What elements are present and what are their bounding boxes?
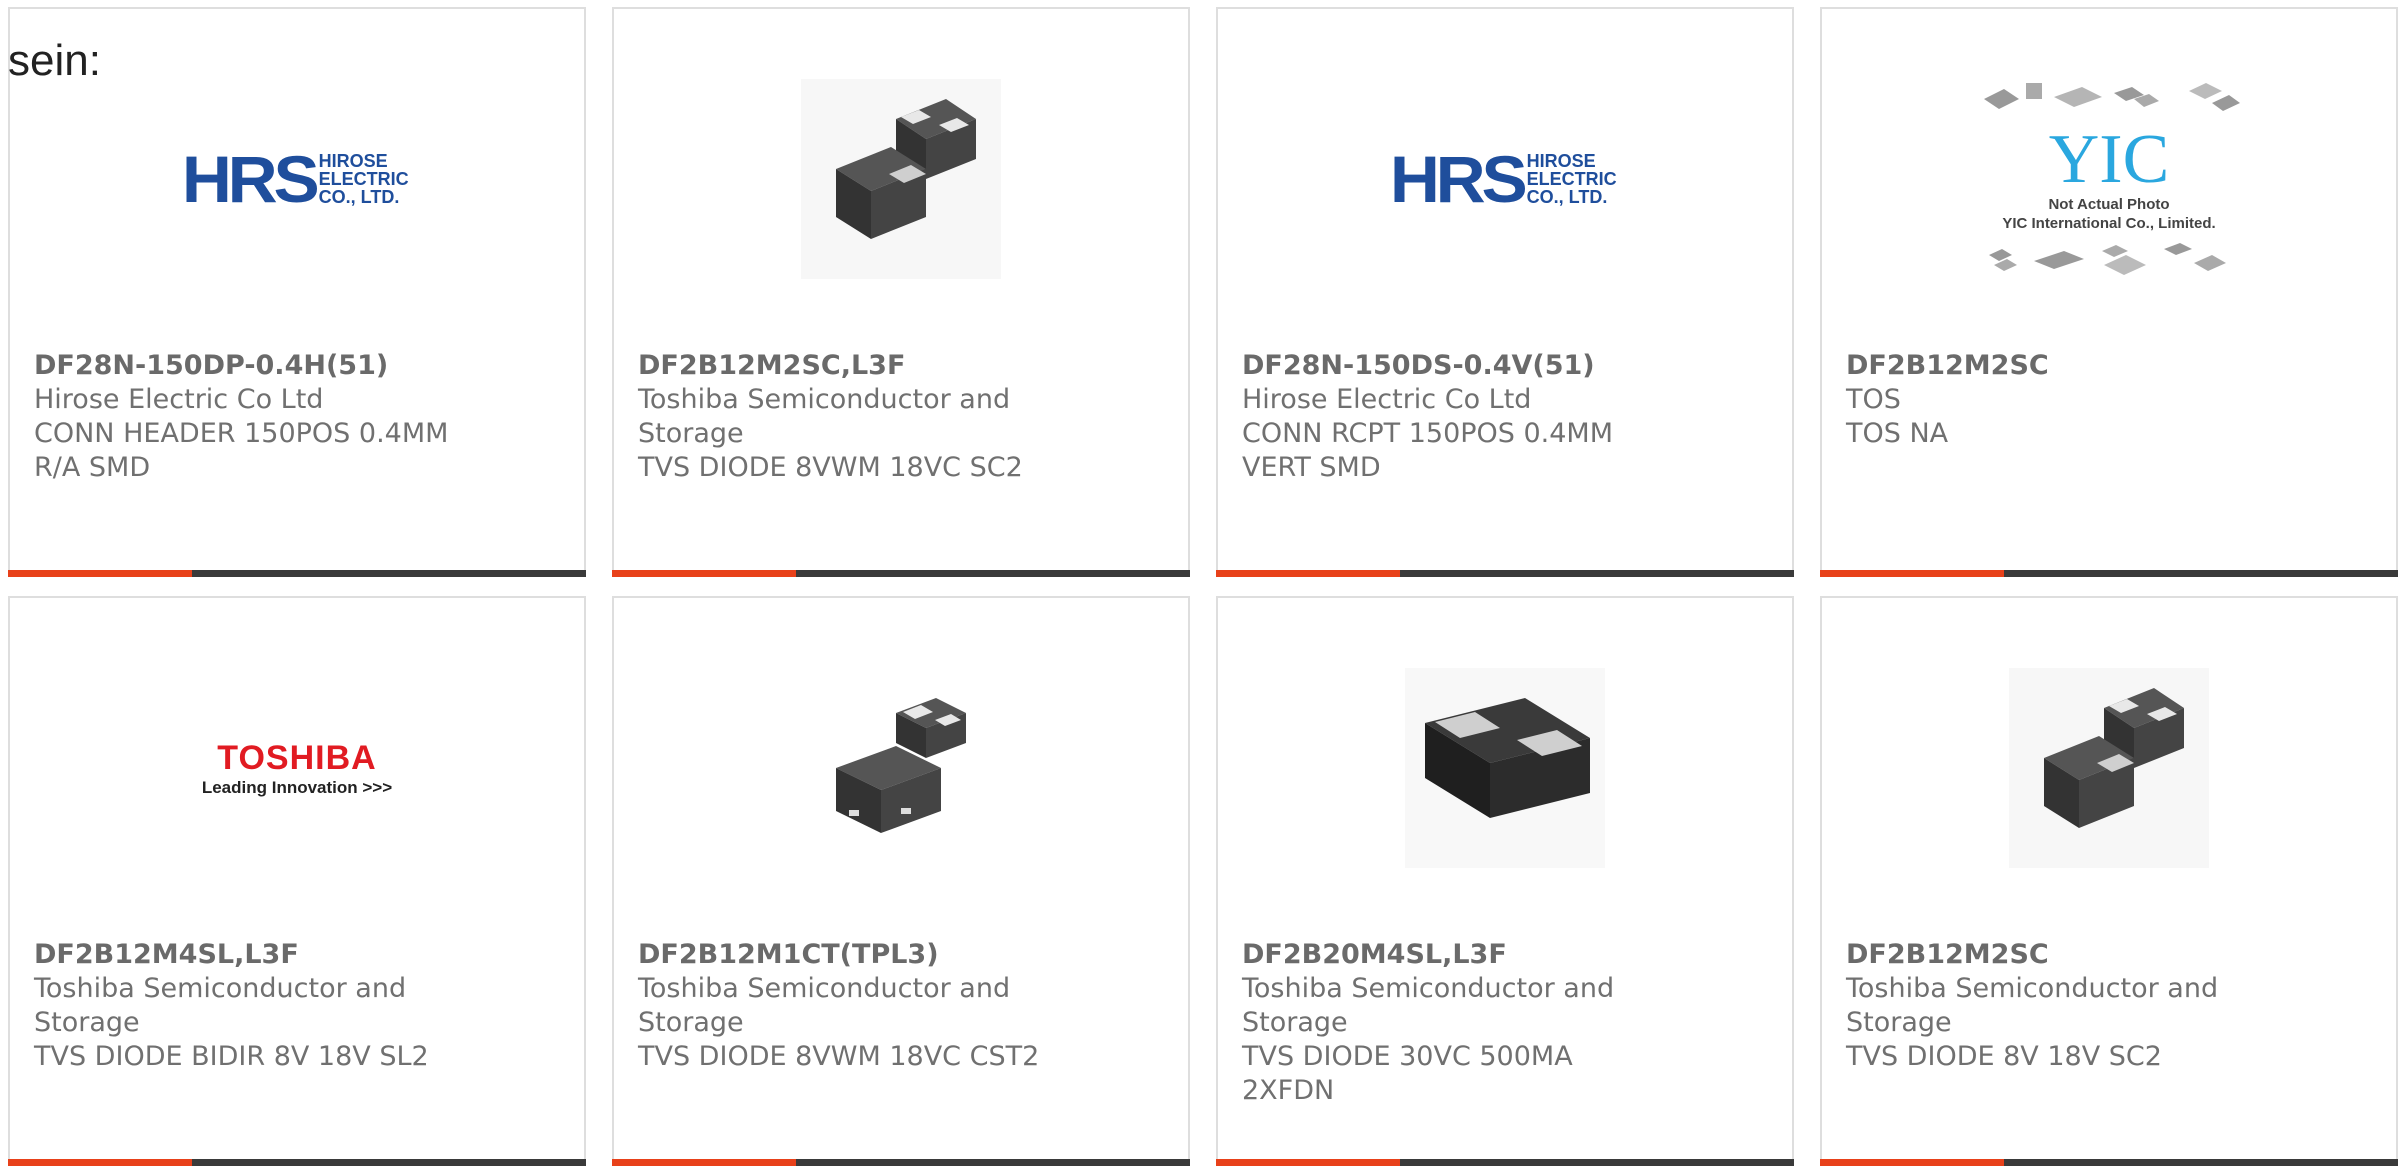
- product-card[interactable]: DF2B12M1CT(TPL3) Toshiba Semiconductor a…: [612, 596, 1190, 1166]
- product-image[interactable]: [1822, 653, 2396, 883]
- logo-mark: HRS: [1390, 142, 1528, 216]
- card-bar: [612, 570, 1190, 577]
- two-chip-package-photo: [2009, 668, 2209, 868]
- logo-line: ELECTRIC: [1526, 169, 1617, 189]
- card-bar-accent: [1820, 570, 2004, 577]
- product-image[interactable]: HRS HIROSE ELECTRIC CO., LTD.: [1218, 64, 1792, 294]
- manufacturer: Toshiba Semiconductor and Storage: [1846, 973, 2219, 1038]
- chip-row-icon: [1984, 83, 2240, 111]
- card-bar-accent: [8, 570, 192, 577]
- part-number[interactable]: DF28N-150DP-0.4H(51): [34, 349, 560, 383]
- card-bar-accent: [1820, 1159, 2004, 1166]
- product-image[interactable]: YIC Not Actual Photo YIC International C…: [1822, 64, 2396, 294]
- logo-mark: TOSHIBA: [217, 738, 377, 777]
- product-image[interactable]: HRS HIROSE ELECTRIC CO., LTD.: [10, 64, 584, 294]
- description: CONN HEADER 150POS 0.4MM R/A SMD: [34, 418, 449, 483]
- logo-line: ELECTRIC: [318, 169, 409, 189]
- manufacturer: TOS: [1846, 384, 1901, 415]
- hirose-logo: HRS HIROSE ELECTRIC CO., LTD.: [182, 141, 409, 217]
- intro-text: sein:: [8, 36, 101, 85]
- manufacturer: Toshiba Semiconductor and Storage: [1242, 973, 1615, 1038]
- card-bar-accent: [612, 1159, 796, 1166]
- part-number[interactable]: DF2B12M2SC: [1846, 349, 2372, 383]
- manufacturer: Toshiba Semiconductor and Storage: [34, 973, 407, 1038]
- product-card[interactable]: TOSHIBA Leading Innovation >>> DF2B12M4S…: [8, 596, 586, 1166]
- toshiba-logo: TOSHIBA Leading Innovation >>>: [202, 739, 392, 798]
- card-bar: [8, 1159, 586, 1166]
- two-chip-package-photo: [801, 79, 1001, 279]
- logo-mark: HRS: [182, 142, 320, 216]
- card-bar: [8, 570, 586, 577]
- card-bar: [612, 1159, 1190, 1166]
- description: TVS DIODE 8V 18V SC2: [1846, 1041, 2162, 1072]
- logo-line: Not Actual Photo: [2048, 196, 2170, 213]
- part-number[interactable]: DF2B12M2SC: [1846, 938, 2372, 972]
- description: TVS DIODE 8VWM 18VC SC2: [638, 452, 1023, 483]
- product-card[interactable]: HRS HIROSE ELECTRIC CO., LTD. DF28N-150D…: [8, 7, 586, 577]
- manufacturer: Toshiba Semiconductor and Storage: [638, 384, 1011, 449]
- description: TVS DIODE BIDIR 8V 18V SL2: [34, 1041, 429, 1072]
- product-grid: HRS HIROSE ELECTRIC CO., LTD. DF28N-150D…: [8, 7, 2398, 1166]
- logo-line: Leading Innovation >>>: [201, 777, 393, 797]
- part-number[interactable]: DF28N-150DS-0.4V(51): [1242, 349, 1768, 383]
- logo-line: CO., LTD.: [318, 187, 400, 207]
- logo-line: HIROSE: [318, 151, 388, 171]
- card-bar-accent: [1216, 570, 1400, 577]
- logo-line: YIC International Co., Limited.: [2002, 215, 2216, 232]
- product-card[interactable]: DF2B20M4SL,L3F Toshiba Semiconductor and…: [1216, 596, 1794, 1166]
- yic-placeholder: YIC Not Actual Photo YIC International C…: [1974, 77, 2244, 281]
- description: TVS DIODE 30VC 500MA 2XFDN: [1242, 1041, 1573, 1106]
- part-number[interactable]: DF2B12M2SC,L3F: [638, 349, 1164, 383]
- description: CONN RCPT 150POS 0.4MM VERT SMD: [1242, 418, 1614, 483]
- card-bar: [1820, 570, 2398, 577]
- card-bar: [1216, 570, 1794, 577]
- description: TOS NA: [1846, 418, 1949, 449]
- logo-line: HIROSE: [1526, 151, 1596, 171]
- product-image[interactable]: [614, 64, 1188, 294]
- logo-mark: YIC: [2048, 121, 2170, 198]
- part-number[interactable]: DF2B12M4SL,L3F: [34, 938, 560, 972]
- product-image[interactable]: TOSHIBA Leading Innovation >>>: [10, 653, 584, 883]
- product-card[interactable]: DF2B12M2SC Toshiba Semiconductor and Sto…: [1820, 596, 2398, 1166]
- product-card[interactable]: DF2B12M2SC,L3F Toshiba Semiconductor and…: [612, 7, 1190, 577]
- logo-line: CO., LTD.: [1526, 187, 1608, 207]
- card-bar-accent: [612, 570, 796, 577]
- product-image[interactable]: [1218, 653, 1792, 883]
- product-image[interactable]: [614, 653, 1188, 883]
- chip-row-icon: [1989, 243, 2226, 275]
- product-card[interactable]: HRS HIROSE ELECTRIC CO., LTD. DF28N-150D…: [1216, 7, 1794, 577]
- card-bar: [1216, 1159, 1794, 1166]
- manufacturer: Toshiba Semiconductor and Storage: [638, 973, 1011, 1038]
- manufacturer: Hirose Electric Co Ltd: [34, 384, 324, 415]
- card-bar-accent: [8, 1159, 192, 1166]
- card-bar: [1820, 1159, 2398, 1166]
- description: TVS DIODE 8VWM 18VC CST2: [638, 1041, 1040, 1072]
- part-number[interactable]: DF2B20M4SL,L3F: [1242, 938, 1768, 972]
- part-number[interactable]: DF2B12M1CT(TPL3): [638, 938, 1164, 972]
- product-card[interactable]: YIC Not Actual Photo YIC International C…: [1820, 7, 2398, 577]
- hirose-logo: HRS HIROSE ELECTRIC CO., LTD.: [1390, 141, 1617, 217]
- manufacturer: Hirose Electric Co Ltd: [1242, 384, 1532, 415]
- single-chip-package-photo: [1405, 668, 1605, 868]
- two-chip-package-photo: [801, 668, 1001, 868]
- card-bar-accent: [1216, 1159, 1400, 1166]
